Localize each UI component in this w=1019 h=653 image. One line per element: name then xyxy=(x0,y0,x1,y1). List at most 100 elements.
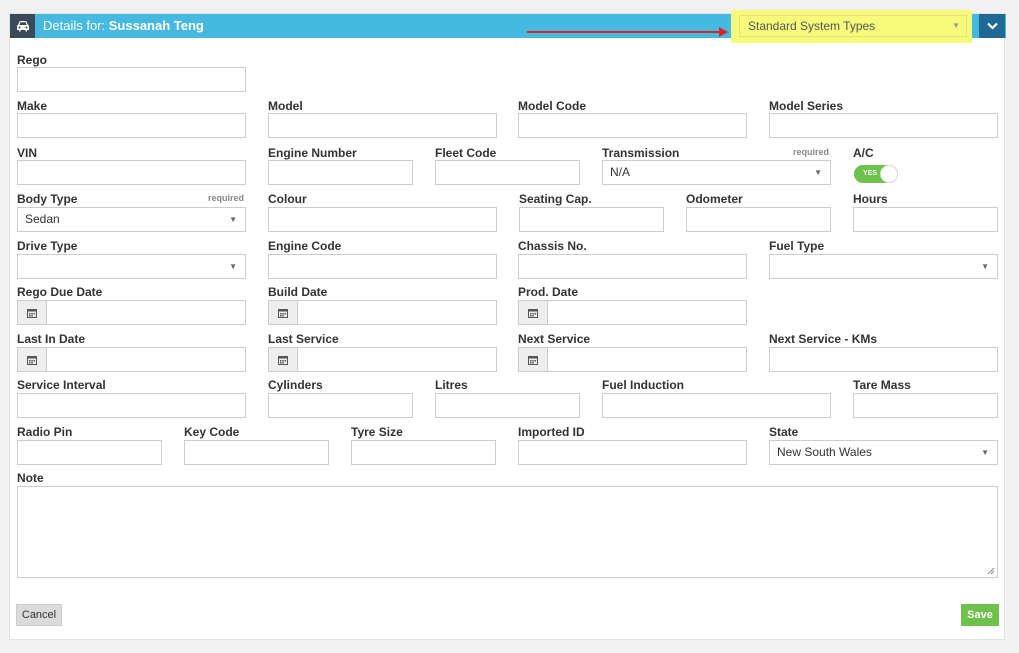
fleet-code-input[interactable] xyxy=(435,160,580,185)
toggle-knob xyxy=(880,165,898,183)
vehicle-details-panel: Details for: Sussanah Teng Standard Syst… xyxy=(9,10,1006,640)
prod-date-label: Prod. Date xyxy=(518,285,579,299)
last-in-date-label: Last In Date xyxy=(17,332,86,346)
chevron-down-icon: ▼ xyxy=(229,215,237,224)
build-date-label: Build Date xyxy=(268,285,328,299)
vin-label: VIN xyxy=(17,146,38,160)
model-series-input[interactable] xyxy=(769,113,998,138)
rego-due-date-input[interactable] xyxy=(17,300,246,325)
rego-due-date-label: Rego Due Date xyxy=(17,285,103,299)
engine-number-input[interactable] xyxy=(268,160,413,185)
engine-code-label: Engine Code xyxy=(268,239,342,253)
note-label: Note xyxy=(17,471,44,485)
hours-label: Hours xyxy=(853,192,888,206)
cylinders-label: Cylinders xyxy=(268,378,323,392)
body-type-value: Sedan xyxy=(25,212,60,226)
note-textarea[interactable] xyxy=(17,486,998,578)
model-label: Model xyxy=(268,99,303,113)
chevron-down-icon: ▼ xyxy=(229,262,237,271)
calendar-icon[interactable] xyxy=(269,348,298,371)
chassis-no-input[interactable] xyxy=(518,254,747,279)
body-type-label: Body Type xyxy=(17,192,78,206)
engine-number-label: Engine Number xyxy=(268,146,357,160)
radio-pin-label: Radio Pin xyxy=(17,425,73,439)
build-date-input[interactable] xyxy=(268,300,497,325)
rego-label: Rego xyxy=(17,53,47,67)
model-input[interactable] xyxy=(268,113,497,138)
tyre-size-input[interactable] xyxy=(351,440,496,465)
panel-header: Details for: Sussanah Teng Standard Syst… xyxy=(10,10,1006,43)
engine-code-input[interactable] xyxy=(268,254,497,279)
seating-cap-input[interactable] xyxy=(519,207,664,232)
save-button[interactable]: Save xyxy=(961,604,999,626)
transmission-value: N/A xyxy=(610,165,631,179)
chevron-down-icon: ▼ xyxy=(981,262,989,271)
panel-title: Details for: Sussanah Teng xyxy=(43,14,204,38)
chevron-down-icon xyxy=(986,22,998,30)
state-label: State xyxy=(769,425,799,439)
body-type-required: required xyxy=(208,193,245,203)
transmission-select[interactable]: N/A ▼ xyxy=(602,160,831,185)
service-interval-input[interactable] xyxy=(17,393,246,418)
calendar-icon[interactable] xyxy=(18,348,47,371)
drive-type-select[interactable]: ▼ xyxy=(17,254,246,279)
calendar-icon[interactable] xyxy=(18,301,47,324)
colour-input[interactable] xyxy=(268,207,497,232)
chevron-down-icon: ▼ xyxy=(814,168,822,177)
state-select[interactable]: New South Wales ▼ xyxy=(769,440,998,465)
last-service-input[interactable] xyxy=(268,347,497,372)
make-label: Make xyxy=(17,99,48,113)
ac-label: A/C xyxy=(853,146,874,160)
ac-toggle[interactable]: YES xyxy=(854,165,898,183)
prod-date-input[interactable] xyxy=(518,300,747,325)
ac-toggle-text: YES xyxy=(863,170,878,177)
litres-input[interactable] xyxy=(435,393,580,418)
annotation-arrow-head xyxy=(719,27,728,37)
imported-id-input[interactable] xyxy=(518,440,747,465)
cancel-button[interactable]: Cancel xyxy=(16,604,62,626)
annotation-arrow xyxy=(527,31,723,33)
litres-label: Litres xyxy=(435,378,468,392)
transmission-label: Transmission xyxy=(602,146,680,160)
calendar-icon[interactable] xyxy=(519,301,548,324)
key-code-input[interactable] xyxy=(184,440,329,465)
collapse-button[interactable] xyxy=(979,14,1005,38)
state-value: New South Wales xyxy=(777,445,872,459)
make-input[interactable] xyxy=(17,113,246,138)
tare-mass-input[interactable] xyxy=(853,393,998,418)
body-type-select[interactable]: Sedan ▼ xyxy=(17,207,246,232)
service-interval-label: Service Interval xyxy=(17,378,106,392)
vin-input[interactable] xyxy=(17,160,246,185)
system-types-value: Standard System Types xyxy=(748,19,876,33)
resize-grip-icon[interactable] xyxy=(987,567,995,575)
next-service-kms-input[interactable] xyxy=(769,347,998,372)
fleet-code-label: Fleet Code xyxy=(435,146,497,160)
fuel-induction-input[interactable] xyxy=(602,393,831,418)
fuel-induction-label: Fuel Induction xyxy=(602,378,684,392)
radio-pin-input[interactable] xyxy=(17,440,162,465)
seating-cap-label: Seating Cap. xyxy=(519,192,592,206)
imported-id-label: Imported ID xyxy=(518,425,585,439)
last-in-date-input[interactable] xyxy=(17,347,246,372)
key-code-label: Key Code xyxy=(184,425,240,439)
next-service-kms-label: Next Service - KMs xyxy=(769,332,878,346)
colour-label: Colour xyxy=(268,192,307,206)
chassis-no-label: Chassis No. xyxy=(518,239,587,253)
model-code-label: Model Code xyxy=(518,99,586,113)
model-code-input[interactable] xyxy=(518,113,747,138)
next-service-input[interactable] xyxy=(518,347,747,372)
transmission-required: required xyxy=(793,147,830,157)
odometer-input[interactable] xyxy=(686,207,831,232)
next-service-label: Next Service xyxy=(518,332,591,346)
system-types-select[interactable]: Standard System Types ▼ xyxy=(739,15,967,37)
fuel-type-select[interactable]: ▼ xyxy=(769,254,998,279)
rego-input[interactable] xyxy=(17,67,246,92)
chevron-down-icon: ▼ xyxy=(981,448,989,457)
calendar-icon[interactable] xyxy=(519,348,548,371)
hours-input[interactable] xyxy=(853,207,998,232)
tyre-size-label: Tyre Size xyxy=(351,425,403,439)
calendar-icon[interactable] xyxy=(269,301,298,324)
cylinders-input[interactable] xyxy=(268,393,413,418)
customer-name: Sussanah Teng xyxy=(108,18,204,33)
fuel-type-label: Fuel Type xyxy=(769,239,825,253)
